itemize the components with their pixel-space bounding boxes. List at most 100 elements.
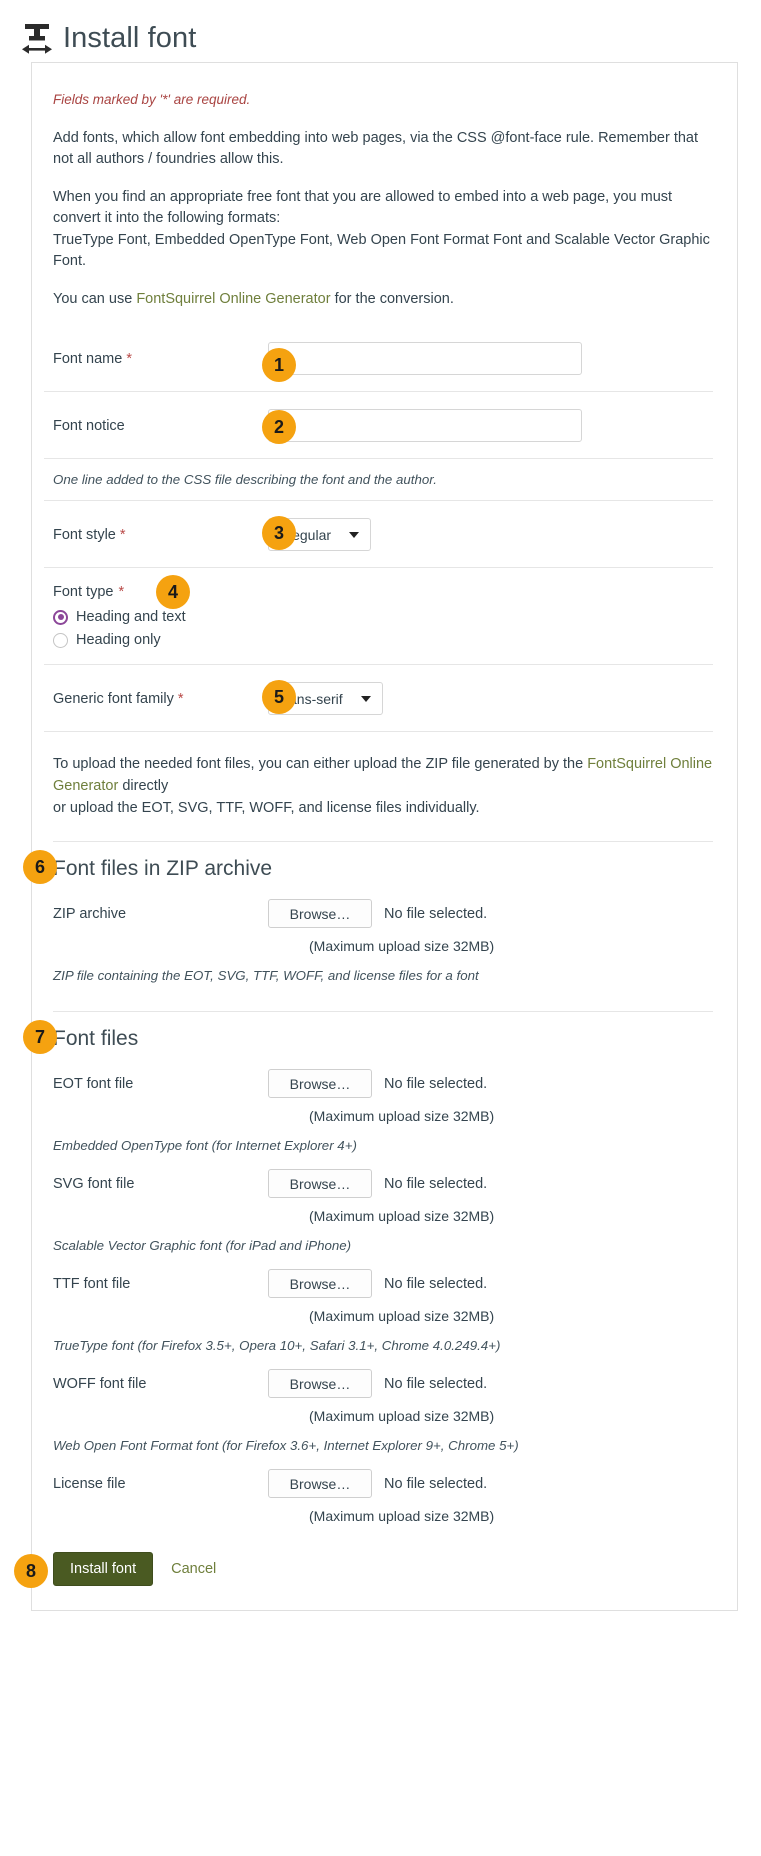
required-asterisk: * — [126, 351, 132, 367]
font-notice-help-row: One line added to the CSS file describin… — [44, 458, 713, 500]
zip-archive-row: ZIP archive Browse… No file selected. — [44, 893, 713, 932]
svg-file-status: No file selected. — [384, 1176, 487, 1192]
ttf-note: TrueType font (for Firefox 3.5+, Opera 1… — [44, 1334, 713, 1363]
intro-paragraph-1: Add fonts, which allow font embedding in… — [53, 128, 713, 171]
font-notice-input[interactable] — [268, 409, 582, 442]
generic-font-family-row: Generic font family * 5 sans-serif — [44, 664, 713, 731]
page-title-text: Install font — [63, 24, 196, 53]
radio-unselected-icon[interactable] — [53, 633, 68, 648]
fontsquirrel-link[interactable]: FontSquirrel Online Generator — [136, 291, 330, 307]
zip-section-heading-text: Font files in ZIP archive — [53, 857, 272, 880]
font-notice-help-text: One line added to the CSS file describin… — [53, 472, 437, 487]
callout-badge-1: 1 — [262, 348, 296, 382]
intro-paragraph-2-text: When you find an appropriate free font t… — [53, 189, 672, 226]
license-file-label: License file — [44, 1476, 268, 1492]
font-name-row: Font name * 1 — [44, 334, 713, 391]
callout-badge-3: 3 — [262, 516, 296, 550]
font-notice-row: Font notice 2 — [44, 391, 713, 458]
font-type-label-text: Font type — [53, 584, 113, 600]
svg-font-file-label: SVG font file — [44, 1176, 268, 1192]
install-font-card: Fields marked by '*' are required. Add f… — [31, 62, 738, 1611]
font-style-label: Font style * — [44, 527, 268, 543]
zip-archive-note: ZIP file containing the EOT, SVG, TTF, W… — [44, 964, 713, 993]
font-style-label-text: Font style — [53, 527, 116, 543]
font-type-option-heading-and-text[interactable]: Heading and text — [53, 609, 713, 625]
zip-archive-label: ZIP archive — [44, 906, 268, 922]
upload-intro-after: directly — [118, 778, 168, 794]
generic-font-family-label-text: Generic font family — [53, 691, 174, 707]
eot-file-status: No file selected. — [384, 1076, 487, 1092]
zip-section-heading: 6 Font files in ZIP archive — [53, 841, 713, 887]
ttf-font-file-row: TTF font file Browse… No file selected. — [44, 1263, 713, 1302]
required-fields-note: Fields marked by '*' are required. — [53, 92, 713, 107]
eot-browse-button[interactable]: Browse… — [268, 1069, 372, 1098]
license-browse-button[interactable]: Browse… — [268, 1469, 372, 1498]
upload-intro-line2: or upload the EOT, SVG, TTF, WOFF, and l… — [53, 800, 480, 816]
intro-paragraph-3-text: TrueType Font, Embedded OpenType Font, W… — [53, 232, 710, 269]
required-asterisk: * — [120, 527, 126, 543]
font-name-label: Font name * — [44, 351, 268, 367]
font-style-row: Font style * 3 Regular — [44, 500, 713, 567]
font-type-group: Font type * 4 Heading and text Heading o… — [44, 567, 713, 664]
license-file-row: License file Browse… No file selected. — [44, 1463, 713, 1502]
svg-browse-button[interactable]: Browse… — [268, 1169, 372, 1198]
zip-archive-max-size: (Maximum upload size 32MB) — [44, 932, 713, 964]
font-size-icon — [22, 22, 52, 54]
conversion-line-before: You can use — [53, 291, 136, 307]
font-files-section-heading-text: Font files — [53, 1027, 138, 1050]
font-type-label: Font type * 4 — [53, 584, 713, 600]
font-name-input[interactable] — [268, 342, 582, 375]
zip-archive-file-status: No file selected. — [384, 906, 487, 922]
eot-font-file-row: EOT font file Browse… No file selected. — [44, 1063, 713, 1102]
woff-file-status: No file selected. — [384, 1376, 487, 1392]
zip-archive-browse-button[interactable]: Browse… — [268, 899, 372, 928]
install-font-page: Install font Fields marked by '*' are re… — [0, 0, 761, 1856]
callout-badge-4: 4 — [156, 575, 190, 609]
cancel-button[interactable]: Cancel — [171, 1561, 216, 1577]
callout-badge-5: 5 — [262, 680, 296, 714]
callout-badge-7: 7 — [23, 1020, 57, 1054]
ttf-file-status: No file selected. — [384, 1276, 487, 1292]
ttf-font-file-label: TTF font file — [44, 1276, 268, 1292]
upload-intro: To upload the needed font files, you can… — [44, 731, 713, 823]
font-files-section-heading: 7 Font files — [53, 1011, 713, 1057]
generic-font-family-label: Generic font family * — [44, 691, 268, 707]
required-asterisk: * — [118, 584, 124, 600]
svg-note: Scalable Vector Graphic font (for iPad a… — [44, 1234, 713, 1263]
woff-max-size: (Maximum upload size 32MB) — [44, 1402, 713, 1434]
chevron-down-icon — [349, 532, 359, 538]
font-notice-label-text: Font notice — [53, 418, 125, 434]
license-file-status: No file selected. — [384, 1476, 487, 1492]
font-type-option-label: Heading only — [76, 632, 161, 648]
chevron-down-icon — [361, 696, 371, 702]
install-font-form: Font name * 1 Font notice 2 One line add… — [44, 334, 713, 1588]
font-notice-label: Font notice — [44, 418, 268, 434]
font-type-option-heading-only[interactable]: Heading only — [53, 632, 713, 648]
font-type-option-label: Heading and text — [76, 609, 186, 625]
eot-max-size: (Maximum upload size 32MB) — [44, 1102, 713, 1134]
font-name-label-text: Font name — [53, 351, 122, 367]
woff-font-file-row: WOFF font file Browse… No file selected. — [44, 1363, 713, 1402]
conversion-line: You can use FontSquirrel Online Generato… — [53, 289, 713, 310]
page-title: Install font — [0, 0, 761, 62]
callout-badge-2: 2 — [262, 410, 296, 444]
callout-badge-8: 8 — [14, 1554, 48, 1588]
woff-font-file-label: WOFF font file — [44, 1376, 268, 1392]
woff-note: Web Open Font Format font (for Firefox 3… — [44, 1434, 713, 1463]
license-max-size: (Maximum upload size 32MB) — [44, 1502, 713, 1534]
svg-font-file-row: SVG font file Browse… No file selected. — [44, 1163, 713, 1202]
callout-badge-6: 6 — [23, 850, 57, 884]
form-actions: 8 Install font Cancel — [44, 1534, 713, 1588]
conversion-line-after: for the conversion. — [331, 291, 454, 307]
intro-paragraph-2: When you find an appropriate free font t… — [53, 187, 713, 273]
ttf-max-size: (Maximum upload size 32MB) — [44, 1302, 713, 1334]
eot-font-file-label: EOT font file — [44, 1076, 268, 1092]
required-asterisk: * — [178, 691, 184, 707]
eot-note: Embedded OpenType font (for Internet Exp… — [44, 1134, 713, 1163]
upload-intro-before: To upload the needed font files, you can… — [53, 756, 587, 772]
radio-selected-icon[interactable] — [53, 610, 68, 625]
install-font-button[interactable]: Install font — [53, 1552, 153, 1586]
svg-max-size: (Maximum upload size 32MB) — [44, 1202, 713, 1234]
woff-browse-button[interactable]: Browse… — [268, 1369, 372, 1398]
ttf-browse-button[interactable]: Browse… — [268, 1269, 372, 1298]
